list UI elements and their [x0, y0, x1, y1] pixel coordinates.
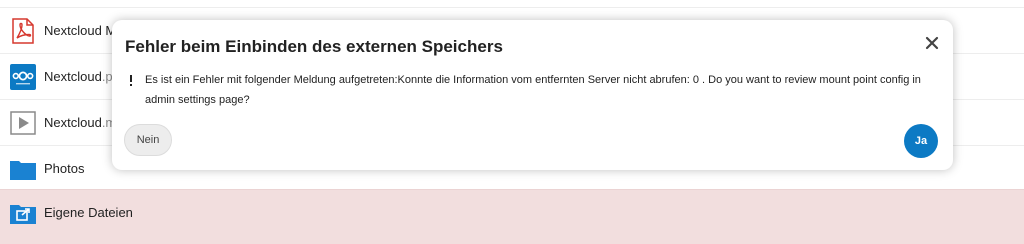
- exclamation-icon: [130, 75, 132, 86]
- nextcloud-logo-icon: [10, 64, 36, 90]
- files-app: Nextcloud Ma Nextcloud.pn Nextcloud.mp: [0, 0, 1024, 244]
- file-row-selected[interactable]: Eigene Dateien: [0, 189, 1024, 244]
- file-basename: Photos: [44, 161, 85, 176]
- close-icon[interactable]: [921, 32, 943, 54]
- dialog-title: Fehler beim Einbinden des externen Speic…: [125, 37, 503, 56]
- folder-icon: [10, 161, 36, 180]
- error-dialog: Fehler beim Einbinden des externen Speic…: [112, 20, 953, 170]
- file-name[interactable]: Photos: [44, 161, 84, 176]
- pdf-icon: [12, 18, 34, 44]
- yes-button[interactable]: Ja: [904, 124, 938, 158]
- file-name[interactable]: Nextcloud.pn: [44, 69, 120, 84]
- no-button[interactable]: Nein: [124, 124, 172, 156]
- dialog-message: Es ist ein Fehler mit folgender Meldung …: [145, 74, 921, 106]
- external-folder-icon: [10, 205, 36, 224]
- video-icon: [10, 111, 36, 135]
- file-name[interactable]: Eigene Dateien: [44, 205, 133, 220]
- file-basename: Nextcloud: [44, 115, 102, 130]
- file-basename: Eigene Dateien: [44, 205, 133, 220]
- file-basename: Nextcloud: [44, 69, 102, 84]
